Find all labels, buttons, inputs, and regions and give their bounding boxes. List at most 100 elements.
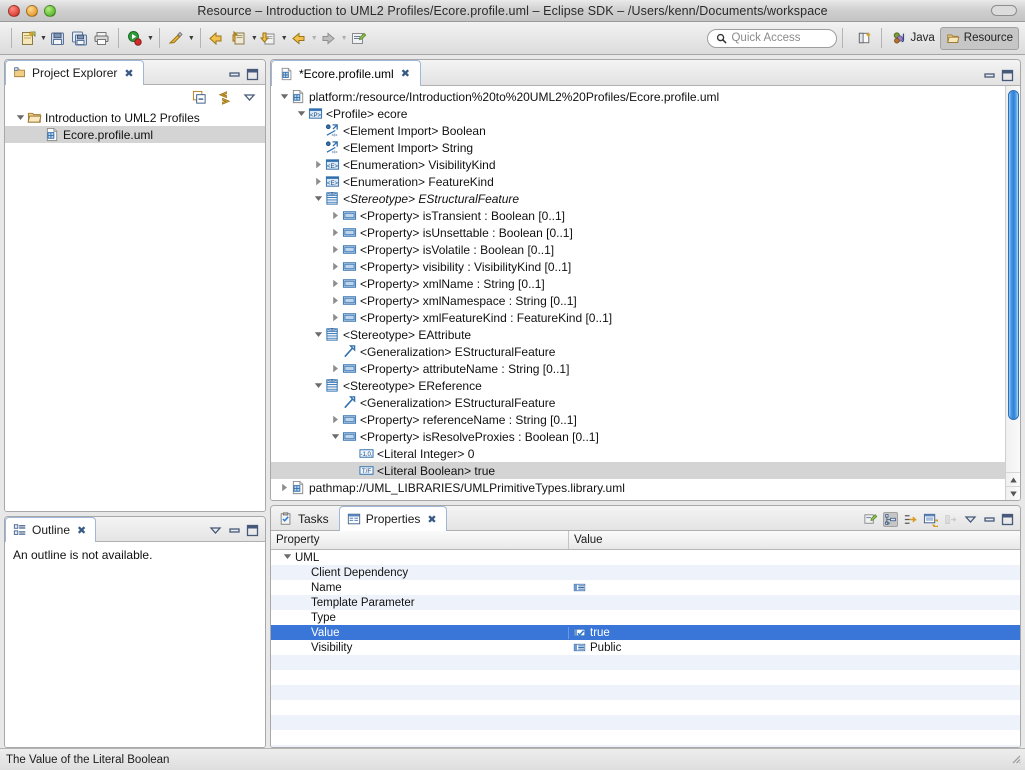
property-row[interactable]: Client Dependency [271, 565, 1020, 580]
save-all-button[interactable] [69, 26, 91, 50]
scrollbar-thumb[interactable] [1008, 90, 1019, 420]
tab-outline[interactable]: Outline ✖ [5, 517, 97, 542]
tree-row[interactable]: <Property> xmlNamespace : String [0..1] [271, 292, 1005, 309]
forward-history-button[interactable] [228, 26, 250, 50]
model-tree[interactable]: platform:/resource/Introduction%20to%20U… [271, 86, 1005, 500]
property-row[interactable]: Value true [271, 625, 1020, 640]
view-menu-icon[interactable] [208, 523, 223, 538]
tree-row[interactable]: <Property> xmlFeatureKind : FeatureKind … [271, 309, 1005, 326]
forward-history-dropdown-icon[interactable]: ▼ [251, 35, 258, 42]
tree-expand-toggle[interactable] [313, 190, 324, 207]
download-dropdown-icon[interactable]: ▼ [281, 35, 288, 42]
tree-row[interactable]: -1,0, <Literal Integer> 0 [271, 445, 1005, 462]
tree-row[interactable]: <Property> isResolveProxies : Boolean [0… [271, 428, 1005, 445]
close-window-icon[interactable] [8, 4, 20, 17]
show-advanced-icon[interactable] [903, 512, 918, 527]
collapse-all-icon[interactable] [192, 90, 207, 105]
tree-expand-toggle[interactable] [330, 428, 341, 445]
tree-expand-toggle[interactable] [330, 360, 341, 377]
tree-row[interactable]: <Generalization> EStructuralFeature [271, 343, 1005, 360]
new-wizard-button[interactable] [17, 26, 39, 50]
tree-expand-toggle[interactable] [330, 309, 341, 326]
tab-tasks[interactable]: Tasks [271, 506, 339, 530]
project-explorer-tree[interactable]: Introduction to UML2 Profiles Ecore.profi… [5, 109, 265, 511]
property-row[interactable]: Type [271, 610, 1020, 625]
column-header-property[interactable]: Property [271, 531, 569, 549]
tree-expand-toggle[interactable] [330, 207, 341, 224]
quick-access-input[interactable]: Quick Access [707, 28, 838, 48]
debug-button[interactable] [165, 26, 187, 50]
new-untitled-text-file-button[interactable] [348, 26, 370, 50]
print-button[interactable] [91, 26, 113, 50]
toolbar-toggle-icon[interactable] [991, 5, 1017, 16]
zoom-window-icon[interactable] [44, 4, 56, 17]
tree-row[interactable]: <I> <Element Import> String [271, 139, 1005, 156]
debug-dropdown-icon[interactable]: ▼ [188, 35, 195, 42]
tree-row[interactable]: <E> <Enumeration> FeatureKind [271, 173, 1005, 190]
tree-expand-toggle[interactable] [330, 241, 341, 258]
restore-defaults-icon[interactable] [923, 512, 938, 527]
show-categories-icon[interactable] [883, 512, 898, 527]
tab-properties[interactable]: Properties ✖ [338, 506, 447, 531]
column-header-value[interactable]: Value [569, 531, 1020, 549]
tree-expand-toggle[interactable] [330, 292, 341, 309]
close-icon[interactable]: ✖ [427, 513, 436, 526]
perspective-resource-button[interactable]: Resource [939, 26, 1019, 50]
scroll-up-button[interactable] [1006, 472, 1020, 486]
property-row[interactable]: Visibility Public [271, 640, 1020, 655]
tree-row[interactable]: Ecore.profile.uml [5, 126, 265, 143]
tree-row[interactable]: <S> <Stereotype> EReference [271, 377, 1005, 394]
property-row[interactable]: Name [271, 580, 1020, 595]
back-button[interactable] [206, 26, 228, 50]
resize-grip-icon[interactable] [1009, 752, 1022, 768]
tree-row[interactable]: <S> <Stereotype> EAttribute [271, 326, 1005, 343]
tree-expand-toggle[interactable] [313, 377, 324, 394]
view-menu-icon[interactable] [242, 90, 257, 105]
property-group-row[interactable]: UML [271, 550, 1020, 565]
tree-row[interactable]: platform:/resource/Introduction%20to%20U… [271, 88, 1005, 105]
view-menu-icon[interactable] [963, 512, 978, 527]
scroll-down-button[interactable] [1006, 486, 1020, 500]
save-button[interactable] [47, 26, 69, 50]
editor-vertical-scrollbar[interactable] [1005, 86, 1020, 500]
link-with-editor-icon[interactable] [217, 90, 232, 105]
tree-row[interactable]: <S> <Stereotype> EStructuralFeature [271, 190, 1005, 207]
close-icon[interactable]: ✖ [124, 67, 133, 80]
tree-row[interactable]: <Property> attributeName : String [0..1] [271, 360, 1005, 377]
new-tab-icon[interactable] [863, 512, 878, 527]
tree-expand-toggle[interactable] [15, 109, 26, 126]
tree-row[interactable]: <Property> isTransient : Boolean [0..1] [271, 207, 1005, 224]
tree-row[interactable]: <E> <Enumeration> VisibilityKind [271, 156, 1005, 173]
tree-row[interactable]: Introduction to UML2 Profiles [5, 109, 265, 126]
previous-annotation-button[interactable] [288, 26, 310, 50]
tree-expand-toggle[interactable] [330, 411, 341, 428]
maximize-view-icon[interactable] [246, 68, 259, 81]
tree-expand-toggle[interactable] [279, 88, 290, 105]
tree-expand-toggle[interactable] [296, 105, 307, 122]
tree-row[interactable]: <Property> isVolatile : Boolean [0..1] [271, 241, 1005, 258]
properties-table-body[interactable]: UML Client Dependency Name Template Paramet… [271, 550, 1020, 747]
tab-ecore-profile-uml[interactable]: *Ecore.profile.uml ✖ [271, 60, 421, 86]
tree-expand-toggle[interactable] [330, 224, 341, 241]
new-wizard-dropdown-icon[interactable]: ▼ [40, 35, 47, 42]
tree-expand-toggle[interactable] [313, 326, 324, 343]
tree-row[interactable]: <Property> referenceName : String [0..1] [271, 411, 1005, 428]
tree-expand-toggle[interactable] [330, 258, 341, 275]
tree-row[interactable]: <Property> xmlName : String [0..1] [271, 275, 1005, 292]
minimize-view-icon[interactable] [228, 524, 241, 537]
minimize-editor-icon[interactable] [983, 69, 996, 82]
run-dropdown-icon[interactable]: ▼ [147, 35, 154, 42]
perspective-java-button[interactable]: Java [887, 27, 939, 50]
run-button[interactable] [124, 26, 146, 50]
maximize-view-icon[interactable] [246, 524, 259, 537]
open-perspective-button[interactable] [854, 26, 876, 50]
tree-row[interactable]: <Property> visibility : VisibilityKind [… [271, 258, 1005, 275]
close-icon[interactable]: ✖ [77, 524, 86, 537]
tree-expand-toggle[interactable] [330, 275, 341, 292]
next-annotation-button[interactable] [318, 26, 340, 50]
maximize-view-icon[interactable] [1001, 513, 1014, 526]
tree-row[interactable]: <Property> isUnsettable : Boolean [0..1] [271, 224, 1005, 241]
property-row[interactable]: Template Parameter [271, 595, 1020, 610]
tree-expand-toggle[interactable] [313, 173, 324, 190]
close-icon[interactable]: ✖ [401, 67, 410, 80]
